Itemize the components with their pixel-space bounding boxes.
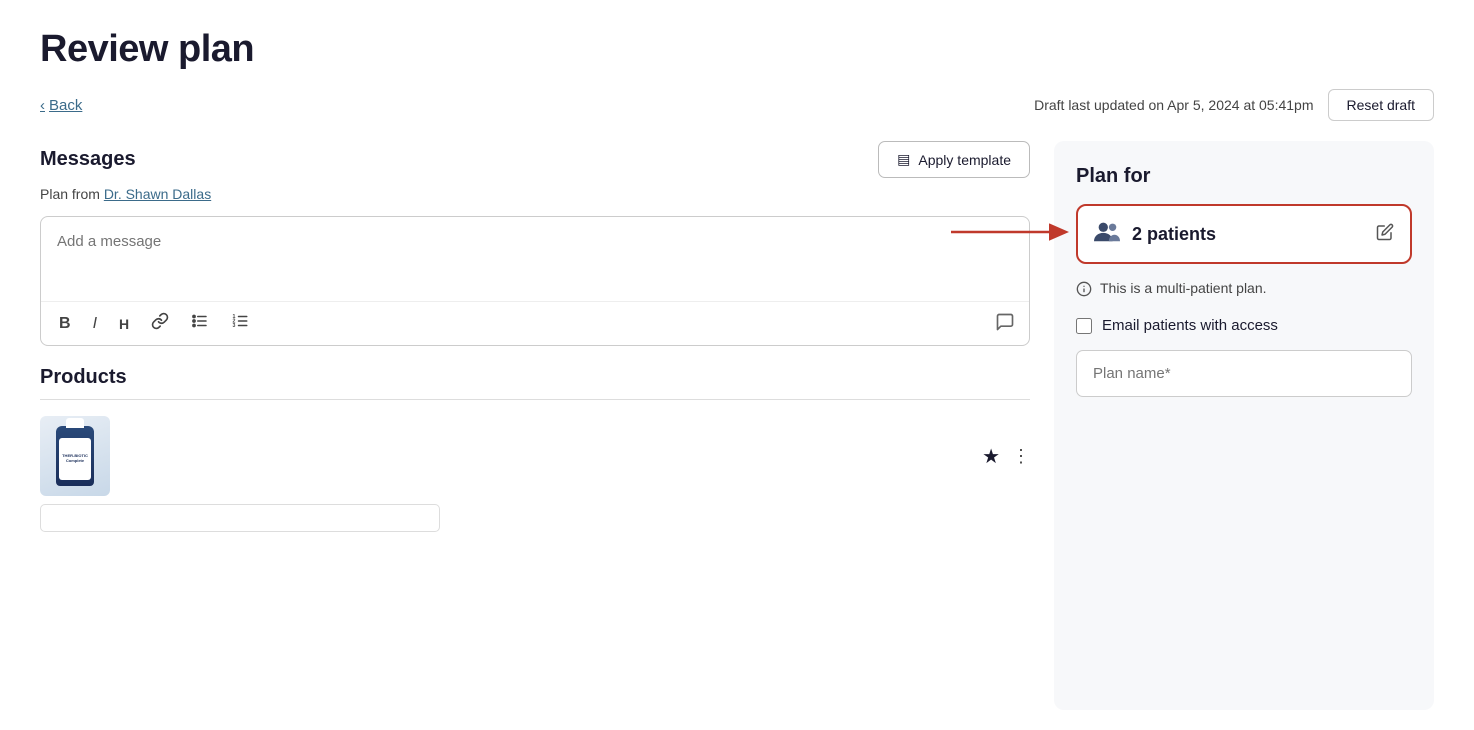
patients-card[interactable]: 2 patients — [1076, 204, 1412, 264]
message-editor: B I H — [40, 216, 1030, 346]
reset-draft-button[interactable]: Reset draft — [1328, 89, 1434, 121]
template-icon: ▤ — [897, 151, 910, 168]
info-icon — [1076, 281, 1092, 301]
main-content: Messages ▤ Apply template Plan from Dr. … — [40, 141, 1434, 710]
italic-icon[interactable]: I — [89, 313, 101, 335]
email-patients-checkbox[interactable] — [1076, 318, 1092, 334]
patients-card-wrapper: 2 patients — [1076, 204, 1412, 264]
apply-template-label: Apply template — [918, 152, 1011, 168]
edit-patients-icon[interactable] — [1376, 223, 1394, 246]
draft-text: Draft last updated on Apr 5, 2024 at 05:… — [1034, 97, 1313, 113]
products-divider — [40, 399, 1030, 400]
apply-template-button[interactable]: ▤ Apply template — [878, 141, 1030, 178]
top-bar: ‹ Back Draft last updated on Apr 5, 2024… — [40, 89, 1434, 121]
email-patients-row: Email patients with access — [1076, 317, 1412, 334]
multi-patient-note: This is a multi-patient plan. — [1076, 280, 1412, 301]
products-section: Products THER-BIOTICComplete ★ ⋮ — [40, 366, 1030, 710]
more-options-icon[interactable]: ⋮ — [1012, 446, 1030, 467]
product-image: THER-BIOTICComplete — [40, 416, 110, 496]
back-arrow-icon: ‹ — [40, 97, 45, 114]
bold-icon[interactable]: B — [55, 313, 75, 335]
product-actions: ★ ⋮ — [982, 444, 1030, 469]
product-bottle: THER-BIOTICComplete — [56, 426, 94, 486]
back-link[interactable]: ‹ Back — [40, 97, 82, 114]
product-bottom-bar — [40, 504, 440, 532]
message-toolbar: B I H — [41, 301, 1029, 345]
email-patients-label: Email patients with access — [1102, 317, 1278, 334]
product-item: THER-BIOTICComplete ★ ⋮ — [40, 416, 1030, 496]
svg-text:3: 3 — [233, 323, 236, 329]
plan-from: Plan from Dr. Shawn Dallas — [40, 186, 1030, 202]
numbered-list-icon[interactable]: 1 2 3 — [227, 310, 253, 337]
right-panel: Plan for — [1054, 141, 1434, 710]
messages-title: Messages — [40, 148, 136, 171]
page-title: Review plan — [40, 28, 1434, 71]
back-link-label: Back — [49, 97, 82, 114]
plan-name-input[interactable] — [1076, 350, 1412, 397]
products-title: Products — [40, 366, 1030, 389]
message-input[interactable] — [41, 217, 1029, 301]
toolbar-icons: B I H — [55, 310, 253, 337]
page-container: Review plan ‹ Back Draft last updated on… — [0, 0, 1474, 730]
link-icon[interactable] — [147, 310, 173, 337]
patients-count: 2 patients — [1132, 224, 1216, 245]
left-panel: Messages ▤ Apply template Plan from Dr. … — [40, 141, 1030, 710]
message-bubble-icon[interactable] — [995, 312, 1015, 336]
multi-patient-text: This is a multi-patient plan. — [1100, 280, 1267, 296]
draft-info-group: Draft last updated on Apr 5, 2024 at 05:… — [1034, 89, 1434, 121]
heading-icon[interactable]: H — [115, 314, 133, 334]
favorite-icon[interactable]: ★ — [982, 444, 1000, 469]
plan-for-title: Plan for — [1076, 165, 1412, 188]
bullet-list-icon[interactable] — [187, 310, 213, 337]
doctor-link[interactable]: Dr. Shawn Dallas — [104, 186, 211, 202]
plan-from-prefix: Plan from — [40, 186, 104, 202]
patients-card-left: 2 patients — [1094, 220, 1216, 248]
messages-header: Messages ▤ Apply template — [40, 141, 1030, 178]
patients-group-icon — [1094, 220, 1120, 248]
